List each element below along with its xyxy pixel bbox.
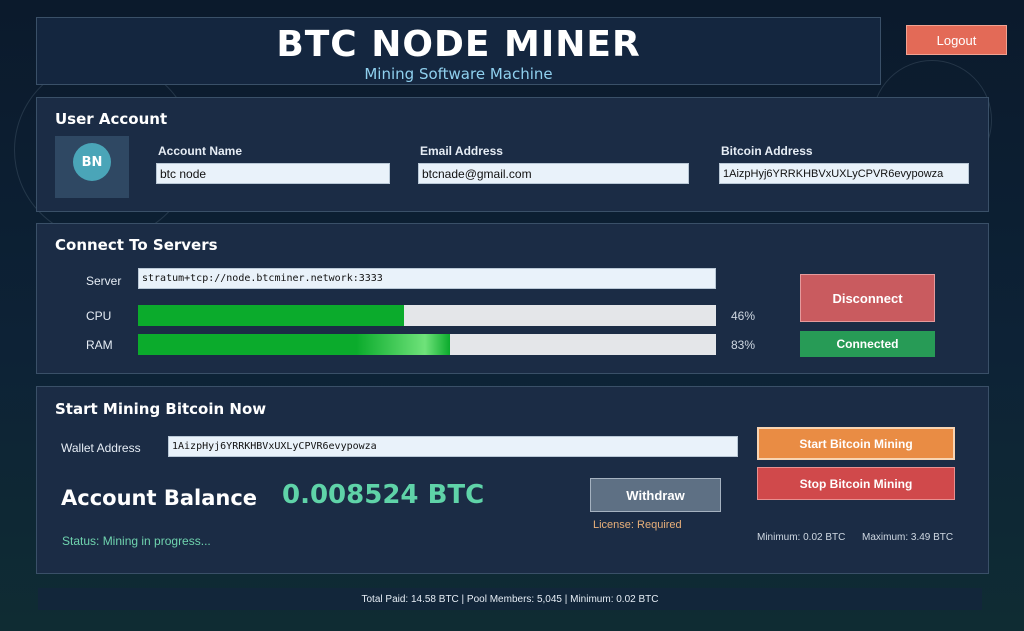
account-name-label: Account Name	[158, 144, 243, 158]
mining-status: Status: Mining in progress...	[62, 534, 211, 548]
footer-stats: Total Paid: 14.58 BTC | Pool Members: 5,…	[38, 588, 982, 610]
servers-title: Connect To Servers	[55, 236, 218, 254]
cpu-label: CPU	[86, 309, 112, 323]
ram-label: RAM	[86, 338, 113, 352]
mining-title: Start Mining Bitcoin Now	[55, 400, 267, 418]
email-label: Email Address	[420, 144, 503, 158]
logout-button[interactable]: Logout	[906, 25, 1007, 55]
stop-mining-button[interactable]: Stop Bitcoin Mining	[757, 467, 955, 500]
ram-progress-fill	[138, 334, 451, 355]
server-label: Server	[86, 274, 122, 288]
user-account-title: User Account	[55, 110, 168, 128]
bitcoin-address-field[interactable]	[719, 163, 969, 184]
app-subtitle: Mining Software Machine	[364, 65, 553, 83]
app-header: BTC NODE MINER Mining Software Machine	[36, 17, 881, 85]
app-title: BTC NODE MINER	[276, 24, 641, 65]
wallet-address-field[interactable]	[168, 436, 738, 457]
maximum-limit: Maximum: 3.49 BTC	[862, 532, 954, 543]
wallet-address-label: Wallet Address	[61, 441, 141, 455]
cpu-percent: 46%	[731, 309, 756, 323]
ram-percent: 83%	[731, 338, 756, 352]
avatar: BN	[73, 143, 111, 181]
cpu-progress-bar	[138, 305, 716, 326]
disconnect-button[interactable]: Disconnect	[800, 274, 935, 322]
start-mining-button[interactable]: Start Bitcoin Mining	[757, 427, 955, 460]
bitcoin-address-label: Bitcoin Address	[721, 144, 813, 158]
server-field[interactable]	[138, 268, 716, 289]
cpu-progress-fill	[138, 305, 404, 326]
minimum-limit: Minimum: 0.02 BTC	[757, 532, 846, 543]
connected-status-badge: Connected	[800, 331, 935, 357]
email-field[interactable]	[418, 163, 689, 184]
account-name-field[interactable]	[156, 163, 390, 184]
ram-progress-bar	[138, 334, 716, 355]
license-status: License: Required	[593, 519, 682, 531]
withdraw-button[interactable]: Withdraw	[590, 478, 721, 512]
account-balance-value: 0.008524 BTC	[282, 480, 485, 510]
avatar-box: BN	[55, 136, 129, 198]
account-balance-label: Account Balance	[61, 486, 258, 510]
